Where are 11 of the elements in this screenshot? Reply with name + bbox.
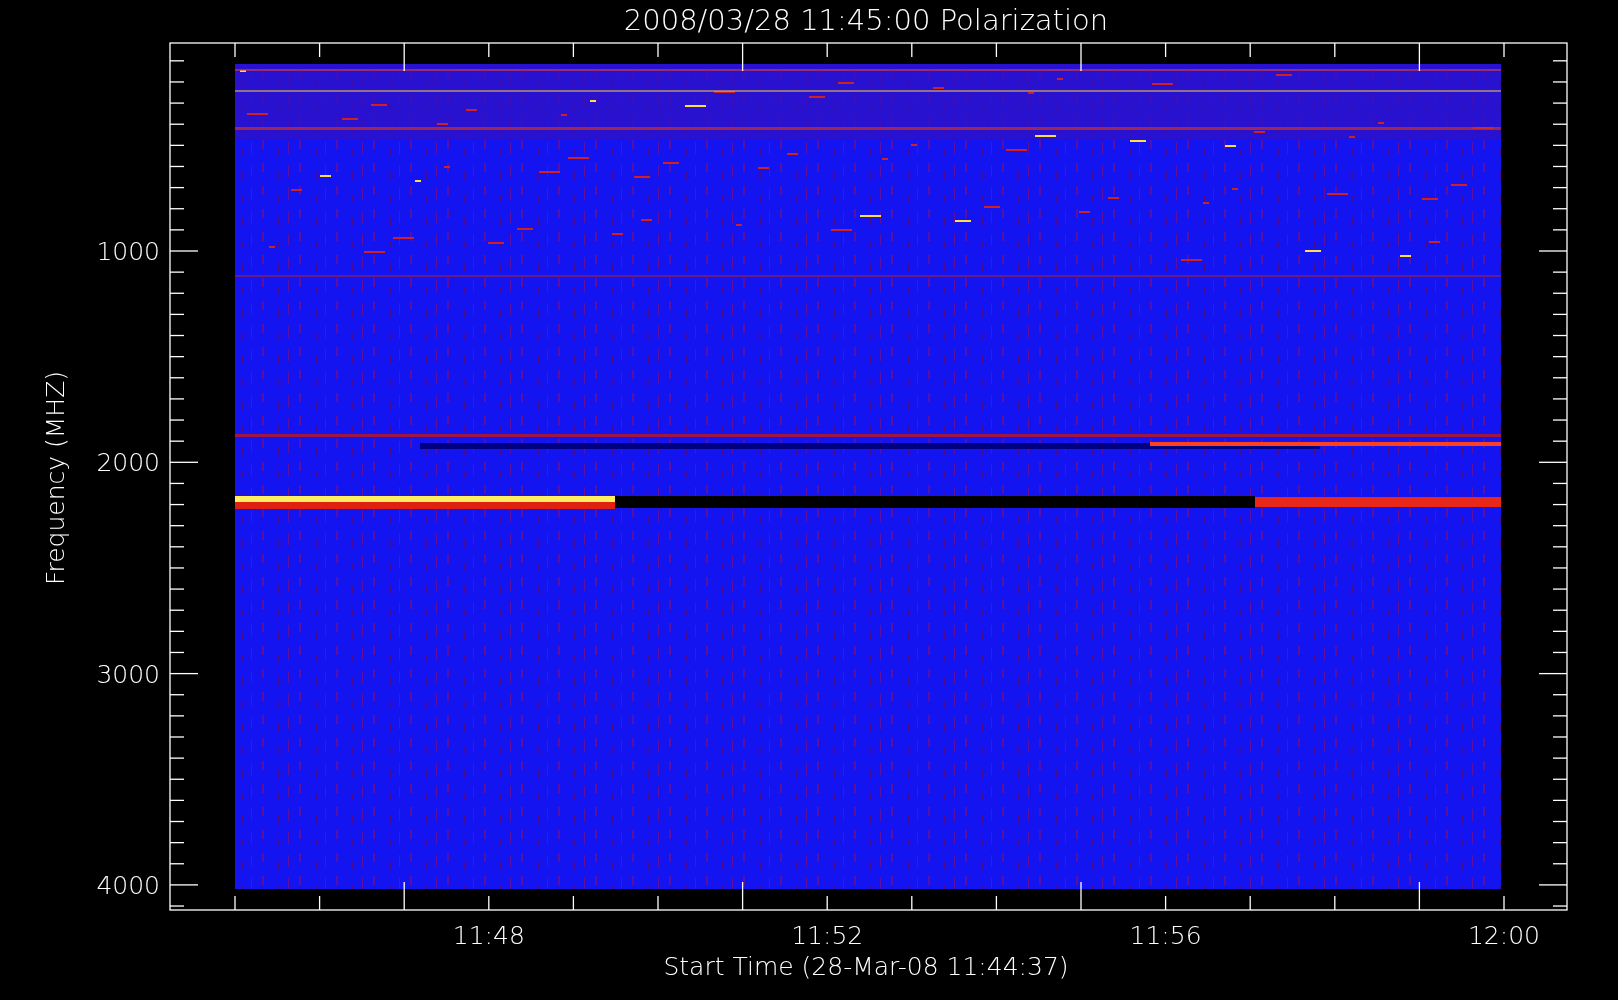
plot-title: 2008/03/28 11:45:00 Polarization <box>623 3 1109 37</box>
tick-label: 11:52 <box>791 921 864 950</box>
axis-title: Start Time (28-Mar-08 11:44:37) <box>663 952 1069 981</box>
tick-label: 12:00 <box>1468 921 1540 950</box>
tick-label: 2000 <box>96 448 160 478</box>
axis-title: Frequency (MHZ) <box>41 370 70 586</box>
tick-label: 11:56 <box>1129 921 1202 950</box>
tick-label: 11:48 <box>452 921 525 950</box>
tick-label: 4000 <box>96 870 160 900</box>
tick-label: 1000 <box>96 237 160 266</box>
tick-label: 3000 <box>96 659 160 689</box>
